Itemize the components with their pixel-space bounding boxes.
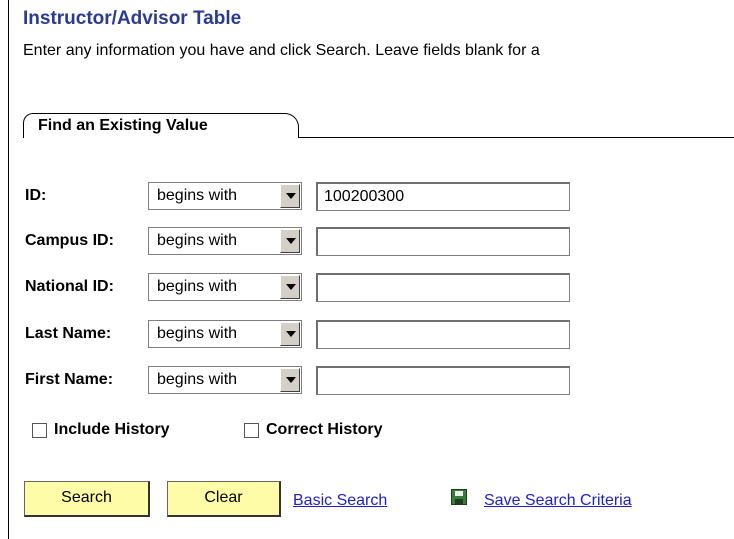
chevron-down-icon[interactable]	[280, 275, 300, 299]
chevron-down-icon[interactable]	[280, 368, 300, 392]
operator-value: begins with	[157, 187, 238, 204]
chevron-down-icon[interactable]	[280, 184, 300, 208]
page-frame-border	[8, 0, 9, 539]
chevron-down-icon[interactable]	[280, 229, 300, 253]
instructions-text: Enter any information you have and click…	[23, 42, 540, 59]
operator-value: begins with	[157, 325, 238, 342]
search-button[interactable]: Search	[24, 481, 150, 517]
save-search-criteria-link[interactable]: Save Search Criteria	[484, 492, 632, 510]
id-input[interactable]	[316, 182, 570, 211]
operator-select-last-name[interactable]: begins with	[148, 320, 302, 348]
operator-select-national-id[interactable]: begins with	[148, 273, 302, 301]
save-disk-icon[interactable]	[451, 489, 467, 505]
operator-value: begins with	[157, 371, 238, 388]
correct-history-checkbox[interactable]	[244, 423, 259, 438]
clear-button[interactable]: Clear	[167, 481, 281, 517]
field-label-first-name: First Name:	[25, 371, 114, 388]
include-history-checkbox[interactable]	[32, 423, 47, 438]
tab-label: Find an Existing Value	[38, 117, 208, 134]
first-name-input[interactable]	[316, 366, 570, 395]
page-title: Instructor/Advisor Table	[23, 8, 242, 29]
operator-select-first-name[interactable]: begins with	[148, 366, 302, 394]
last-name-input[interactable]	[316, 320, 570, 349]
national-id-input[interactable]	[316, 273, 570, 302]
include-history-option: Include History	[32, 420, 222, 444]
tab-find-existing-value[interactable]: Find an Existing Value	[23, 113, 299, 138]
field-label-last-name: Last Name:	[25, 325, 112, 342]
chevron-down-icon[interactable]	[280, 322, 300, 346]
correct-history-label[interactable]: Correct History	[266, 421, 382, 439]
field-label-campus-id: Campus ID:	[25, 232, 114, 249]
include-history-label[interactable]: Include History	[54, 421, 170, 439]
tab-baseline	[298, 137, 734, 138]
operator-value: begins with	[157, 278, 238, 295]
operator-select-id[interactable]: begins with	[148, 182, 302, 210]
basic-search-link[interactable]: Basic Search	[293, 492, 387, 510]
correct-history-option: Correct History	[244, 420, 434, 444]
operator-value: begins with	[157, 232, 238, 249]
campus-id-input[interactable]	[316, 227, 570, 256]
field-label-national-id: National ID:	[25, 278, 114, 295]
field-label-id: ID:	[25, 187, 47, 204]
operator-select-campus-id[interactable]: begins with	[148, 227, 302, 255]
